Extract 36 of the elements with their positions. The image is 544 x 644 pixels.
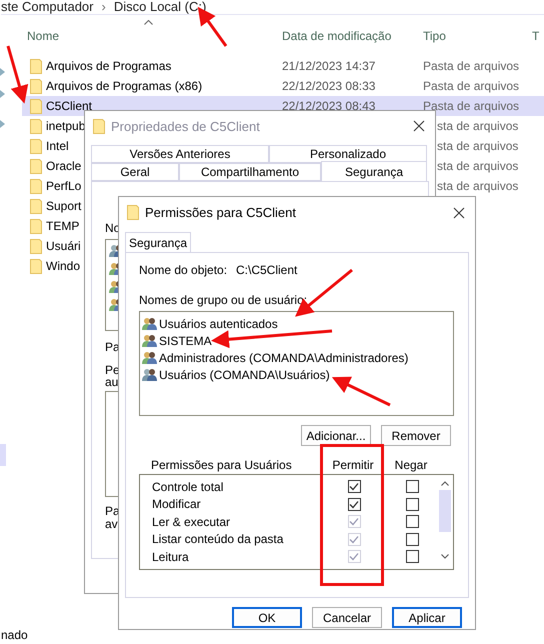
file-name: Arquivos de Programas (x86) (46, 79, 202, 93)
file-type: Pasta de arquivos (423, 99, 520, 113)
field-label: Nome do objeto: (139, 263, 228, 277)
file-name: Oracle (46, 159, 82, 173)
file-type: sta de arquivos (437, 119, 518, 133)
file-type: sta de arquivos (437, 179, 518, 193)
file-type: Pasta de arquivos (423, 79, 520, 93)
section-label: Nomes de grupo ou de usuário: (139, 293, 308, 307)
permission-name: Modificar (152, 497, 202, 512)
permission-name: Controle total (152, 480, 224, 494)
file-name: C5Client (46, 99, 92, 113)
permission-name: Leitura (152, 550, 190, 564)
file-name: PerfLo (46, 179, 82, 193)
file-type: sta de arquivos (437, 159, 518, 173)
note-text: au (105, 376, 118, 389)
column-header: Negar (394, 458, 428, 472)
note-text: av (105, 518, 118, 531)
file-type: sta de arquivos (437, 139, 518, 153)
file-name: Usuári (46, 239, 81, 253)
breadcrumb-separator: › (102, 0, 106, 13)
file-date: 22/12/2023 08:43 (282, 99, 376, 113)
file-name: Arquivos de Programas (46, 59, 172, 73)
column-header: Permitir (332, 458, 374, 472)
file-name: Windo (46, 259, 80, 273)
permission-name: Ler & executar (152, 514, 232, 529)
field-value: C:\C5Client (236, 263, 298, 277)
file-date: 22/12/2023 08:33 (282, 79, 376, 93)
file-name: inetpub (46, 119, 86, 133)
dialog-title: Propriedades de C5Client (111, 118, 261, 134)
dialog-title: Permissões para C5Client (145, 205, 298, 220)
file-date: 21/12/2023 14:37 (282, 59, 376, 73)
file-name: Suport (46, 199, 82, 213)
file-name: TEMP (46, 219, 80, 233)
file-type: Pasta de arquivos (423, 59, 520, 73)
file-name: Intel (46, 139, 69, 153)
permission-name: Listar conteúdo da pasta (152, 532, 284, 546)
